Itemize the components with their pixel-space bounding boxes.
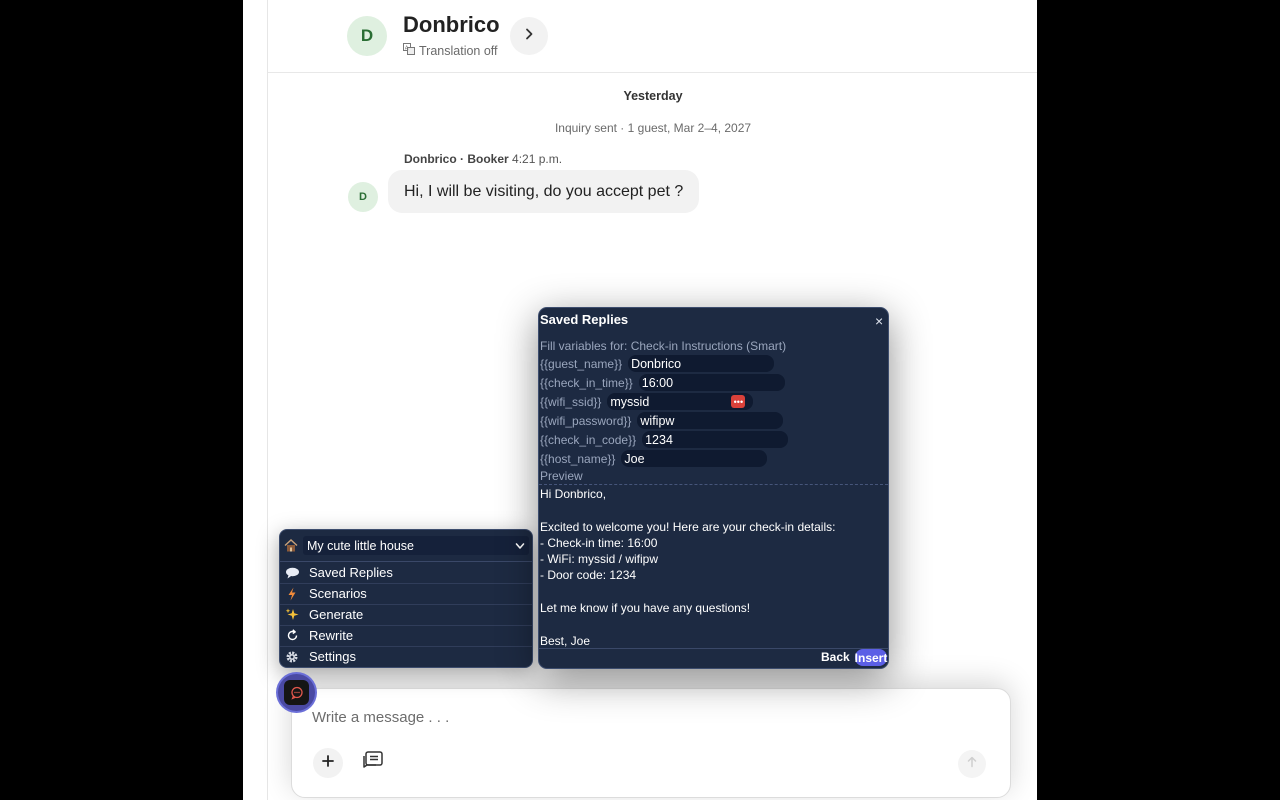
menu-item-settings[interactable]: Settings (280, 646, 532, 667)
insert-button[interactable]: Insert (855, 649, 887, 666)
close-button[interactable]: × (875, 313, 883, 329)
saved-replies-panel: Saved Replies × Fill variables for: Chec… (538, 307, 889, 669)
wifi-ssid-field[interactable]: myssid ••• (607, 393, 754, 410)
variable-row-guest-name: {{guest_name}} Donbrico (540, 355, 775, 372)
translate-icon: A (403, 43, 415, 58)
message-template-icon (362, 750, 384, 777)
variable-label: {{host_name}} (540, 451, 616, 466)
conversation-header: D Donbrico A Translation off (268, 0, 1037, 73)
translation-status-label: Translation off (419, 43, 498, 58)
extension-menu: My cute little house Saved Replies Scena… (279, 529, 533, 668)
variable-value: Joe (624, 451, 645, 466)
menu-item-label: Generate (309, 607, 364, 622)
fill-variables-label: Fill variables for: Check-in Instruction… (540, 339, 787, 353)
variable-row-host-name: {{host_name}} Joe (540, 450, 768, 467)
variable-label: {{wifi_ssid}} (540, 394, 602, 409)
check-in-code-field[interactable]: 1234 (642, 431, 789, 448)
extension-launcher-button[interactable] (278, 674, 315, 711)
details-button[interactable] (510, 17, 548, 55)
variable-value: myssid (610, 394, 650, 409)
send-button[interactable] (958, 750, 986, 778)
message-avatar: D (348, 182, 378, 212)
variable-value: 16:00 (641, 375, 674, 390)
arrow-up-icon (966, 755, 978, 773)
message-bubble: Hi, I will be visiting, do you accept pe… (388, 170, 700, 213)
chevron-down-icon (515, 540, 525, 554)
back-button[interactable]: Back (821, 650, 850, 664)
variable-value: Donbrico (631, 356, 682, 371)
message-input[interactable]: Write a message . . . (312, 709, 449, 726)
check-in-time-field[interactable]: 16:00 (638, 374, 785, 391)
variable-label: {{wifi_password}} (540, 413, 632, 428)
quick-replies-button[interactable] (360, 750, 386, 776)
divider (539, 484, 888, 485)
add-attachment-button[interactable] (313, 748, 343, 778)
variable-label: {{check_in_code}} (540, 432, 637, 447)
page-title: Donbrico (403, 12, 500, 37)
menu-item-rewrite[interactable]: Rewrite (280, 625, 532, 647)
speech-bubble-icon (283, 567, 301, 579)
house-icon (284, 539, 298, 555)
variable-label: {{check_in_time}} (540, 375, 633, 390)
close-icon: × (875, 313, 884, 329)
wifi-password-field[interactable]: wifipw (637, 412, 784, 429)
chevron-right-icon (523, 27, 535, 45)
variable-value: 1234 (645, 432, 673, 447)
translation-status[interactable]: A Translation off (403, 43, 498, 58)
divider (539, 648, 888, 649)
message-sender: Donbrico · Booker (404, 152, 509, 166)
variable-row-wifi-password: {{wifi_password}} wifipw (540, 412, 784, 429)
menu-item-label: Scenarios (309, 586, 367, 601)
chat-icon (284, 680, 309, 705)
svg-text:A: A (405, 45, 409, 51)
property-row: My cute little house (280, 530, 532, 562)
date-separator: Yesterday (623, 89, 683, 103)
gear-icon (283, 650, 301, 664)
menu-item-label: Settings (309, 649, 356, 664)
variable-label: {{guest_name}} (540, 356, 623, 371)
property-select-value: My cute little house (307, 538, 414, 553)
variable-row-check-in-time: {{check_in_time}} 16:00 (540, 374, 785, 391)
menu-item-generate[interactable]: Generate (280, 604, 532, 626)
lightning-icon (283, 587, 301, 601)
menu-item-saved-replies[interactable]: Saved Replies (280, 562, 532, 584)
preview-label: Preview (540, 469, 583, 483)
inquiry-status: Inquiry sent · 1 guest, Mar 2–4, 2027 (554, 121, 752, 135)
sparkles-icon (283, 608, 301, 622)
message-meta: Donbrico · Booker 4:21 p.m. (404, 152, 562, 166)
menu-item-scenarios[interactable]: Scenarios (280, 583, 532, 605)
preview-text: Hi Donbrico, Excited to welcome you! Her… (540, 487, 836, 648)
property-select[interactable]: My cute little house (303, 536, 529, 555)
avatar[interactable]: D (347, 16, 387, 56)
variable-row-check-in-code: {{check_in_code}} 1234 (540, 431, 789, 448)
host-name-field[interactable]: Joe (621, 450, 768, 467)
saved-replies-title: Saved Replies (540, 312, 629, 327)
menu-item-label: Saved Replies (309, 565, 393, 580)
message-composer: Write a message . . . (291, 688, 1011, 798)
menu-item-label: Rewrite (309, 628, 354, 643)
variable-value: wifipw (640, 413, 675, 428)
password-manager-icon[interactable]: ••• (731, 395, 746, 408)
message-time: 4:21 p.m. (512, 152, 563, 166)
variable-row-wifi-ssid: {{wifi_ssid}} myssid ••• (540, 393, 754, 410)
plus-icon (322, 754, 334, 772)
refresh-icon (283, 629, 301, 642)
guest-name-field[interactable]: Donbrico (628, 355, 775, 372)
